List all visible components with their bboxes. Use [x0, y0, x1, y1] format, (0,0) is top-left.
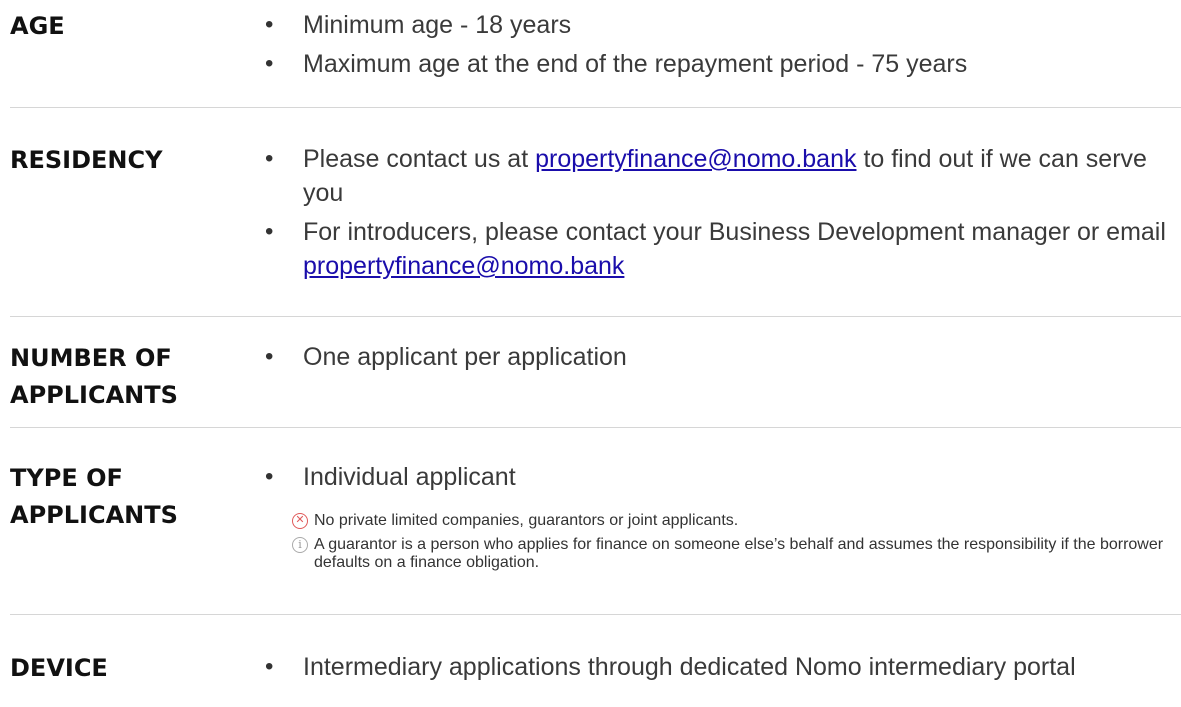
section-heading-type-of-applicants: TYPE OF APPLICANTS [10, 464, 178, 529]
list-item: Individual applicant [265, 460, 1180, 494]
section-heading-device: DEVICE [10, 654, 108, 682]
section-heading-number-of-applicants: NUMBER OF APPLICANTS [10, 344, 178, 409]
list-item: Minimum age - 18 years [265, 8, 1180, 42]
list-item: For introducers, please contact your Bus… [265, 215, 1180, 283]
list-item-text: Please contact us at [303, 145, 536, 173]
section-heading-residency: RESIDENCY [10, 146, 163, 174]
bullet-list-residency: Please contact us at propertyfinance@nom… [265, 142, 1180, 288]
notes-type-of-applicants: ✕ No private limited companies, guaranto… [292, 512, 1172, 578]
email-link[interactable]: propertyfinance@nomo.bank [535, 145, 856, 173]
list-item: Intermediary applications through dedica… [265, 650, 1180, 684]
section-divider [10, 614, 1181, 615]
close-circle-icon: ✕ [292, 513, 308, 529]
restriction-note: ✕ No private limited companies, guaranto… [292, 512, 1172, 530]
info-note: i A guarantor is a person who applies fo… [292, 536, 1172, 572]
note-text: A guarantor is a person who applies for … [314, 536, 1164, 571]
section-divider [10, 427, 1181, 428]
email-link[interactable]: propertyfinance@nomo.bank [303, 252, 624, 280]
section-heading-age: AGE [10, 12, 65, 40]
bullet-list-device: Intermediary applications through dedica… [265, 650, 1180, 689]
bullet-list-type-of-applicants: Individual applicant [265, 460, 1180, 499]
list-item: One applicant per application [265, 340, 1180, 374]
list-item-text: For introducers, please contact your Bus… [303, 218, 1166, 246]
bullet-list-number-of-applicants: One applicant per application [265, 340, 1180, 379]
section-divider [10, 316, 1181, 317]
info-circle-icon: i [292, 537, 308, 553]
section-divider [10, 107, 1181, 108]
eligibility-page: AGE Minimum age - 18 years Maximum age a… [0, 0, 1181, 707]
bullet-list-age: Minimum age - 18 years Maximum age at th… [265, 8, 1180, 86]
note-text: No private limited companies, guarantors… [314, 512, 739, 529]
list-item: Please contact us at propertyfinance@nom… [265, 142, 1180, 210]
list-item: Maximum age at the end of the repayment … [265, 47, 1180, 81]
